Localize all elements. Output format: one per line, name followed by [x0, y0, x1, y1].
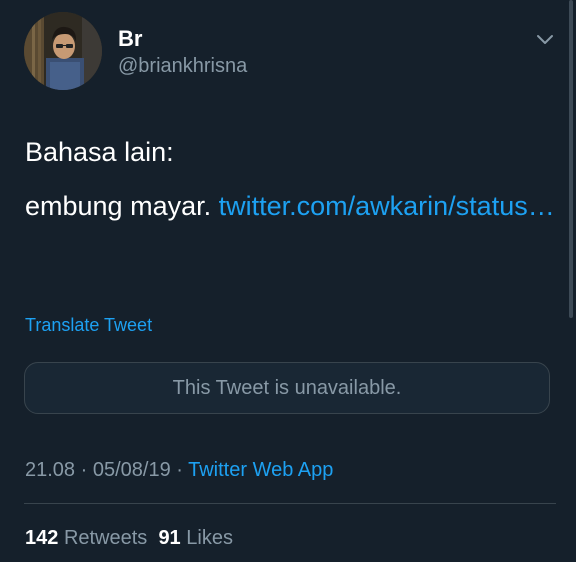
source-app-link[interactable]: Twitter Web App	[188, 459, 333, 481]
scrollbar[interactable]	[569, 0, 573, 318]
display-name[interactable]: Br	[118, 26, 142, 52]
likes-stat[interactable]: 91 Likes	[158, 527, 233, 549]
meta-separator: ·	[170, 459, 189, 481]
profile-photo-icon	[24, 12, 102, 90]
avatar[interactable]	[24, 12, 102, 90]
retweets-count: 142	[25, 527, 59, 549]
tweet-line: embung mayar. twitter.com/awkarin/status…	[25, 184, 555, 228]
tweet-time: 21.08	[25, 459, 76, 481]
engagement-stats: 142 Retweets 91 Likes	[25, 525, 233, 551]
meta-separator: ·	[75, 459, 93, 481]
quoted-tweet-card[interactable]: This Tweet is unavailable.	[24, 362, 550, 414]
unavailable-message: This Tweet is unavailable.	[172, 376, 402, 399]
tweet-link[interactable]: twitter.com/awkarin/status…	[219, 191, 555, 221]
tweet-date: 05/08/19	[92, 459, 171, 481]
likes-count: 91	[158, 527, 181, 549]
retweets-label: Retweets	[63, 527, 148, 549]
tweet-line: Bahasa lain:	[25, 137, 174, 167]
retweets-stat[interactable]: 142 Retweets	[25, 527, 147, 549]
translate-tweet-link[interactable]: Translate Tweet	[25, 313, 152, 337]
tweet-text: Bahasa lain: embung mayar. twitter.com/a…	[25, 130, 555, 238]
chevron-down-icon[interactable]	[534, 28, 556, 50]
likes-label: Likes	[186, 527, 233, 549]
user-handle[interactable]: @briankhrisna	[118, 54, 247, 78]
tweet-metadata: 21.08 · 05/08/19 · Twitter Web App	[25, 457, 333, 483]
divider	[24, 503, 556, 504]
tweet-text-span: embung mayar.	[25, 191, 219, 221]
